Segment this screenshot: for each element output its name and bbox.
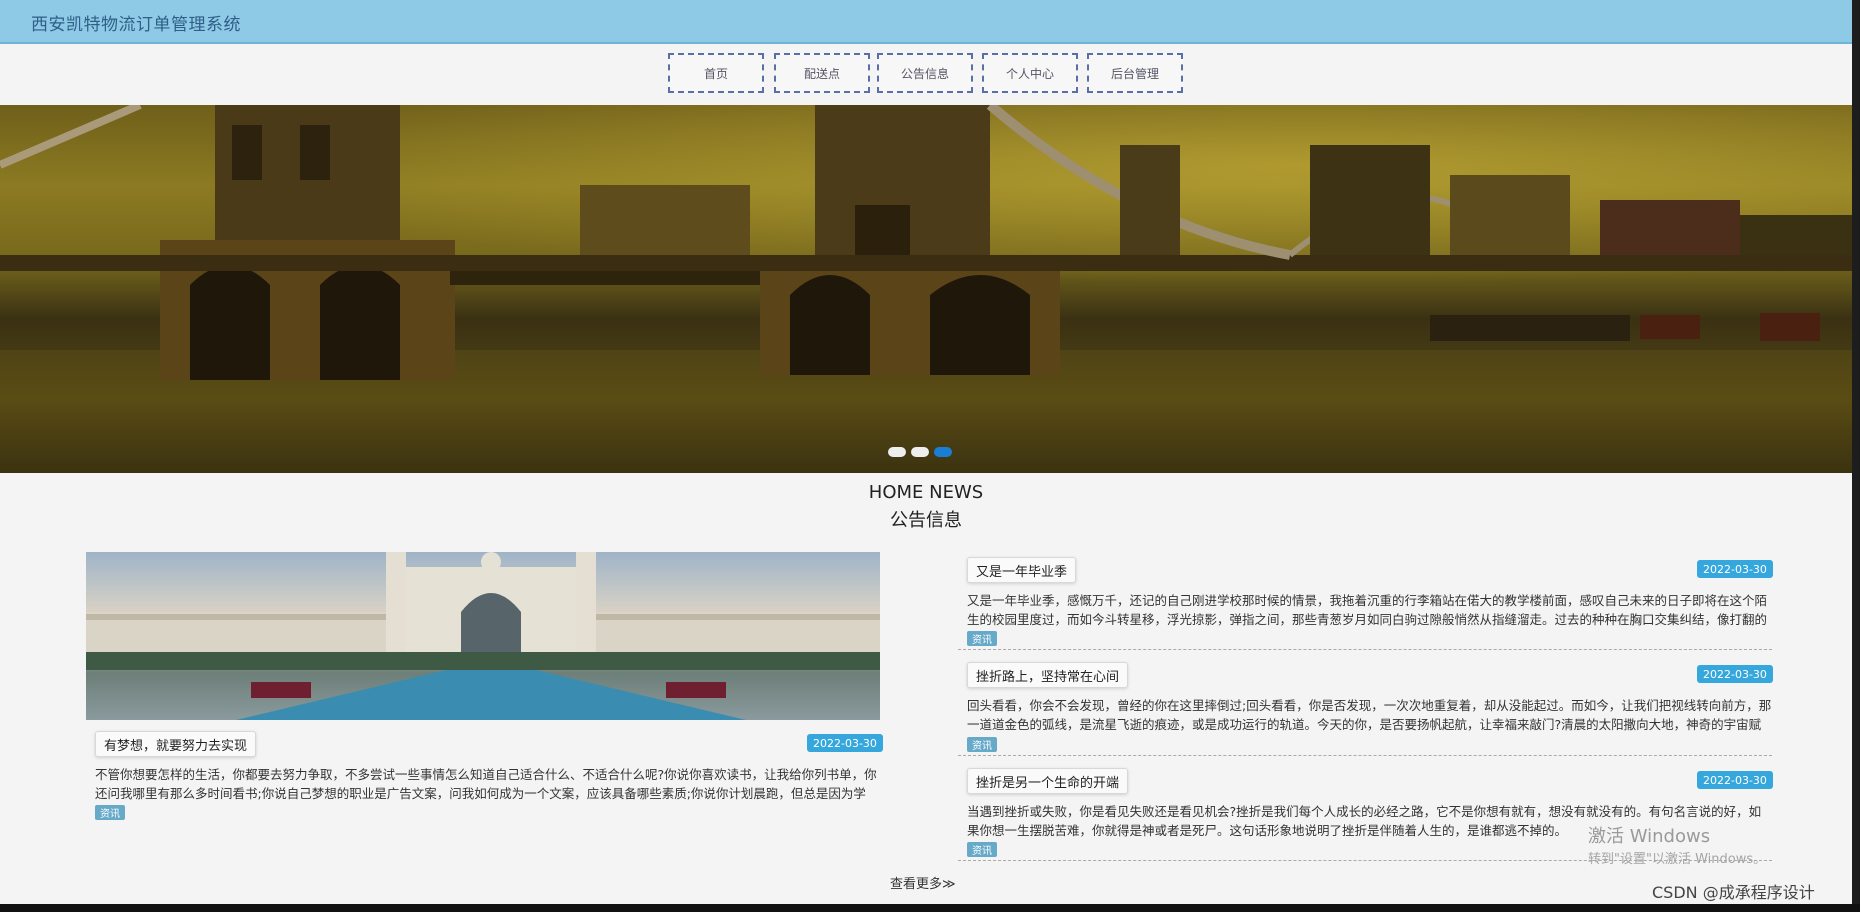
site-title: 西安凯特物流订单管理系统	[31, 15, 241, 35]
news-divider	[958, 755, 1772, 756]
news-title-3[interactable]: 挫折是另一个生命的开端	[967, 768, 1129, 794]
main-nav: 首页 配送点 公告信息 个人中心 后台管理	[0, 53, 1852, 93]
top-header: 西安凯特物流订单管理系统	[0, 0, 1852, 44]
news-tag-1[interactable]: 资讯	[967, 631, 997, 646]
carousel-dot-1[interactable]	[888, 447, 906, 457]
carousel-indicators	[888, 447, 952, 457]
carousel-dot-2[interactable]	[911, 447, 929, 457]
section-title-cn: 公告信息	[890, 510, 962, 531]
activate-windows-title: 激活 Windows	[1588, 826, 1711, 847]
carousel-dot-3[interactable]	[934, 447, 952, 457]
news-date-2: 2022-03-30	[1697, 665, 1773, 683]
hero-carousel[interactable]	[0, 105, 1852, 473]
news-excerpt-2: 回头看看，你会不会发现，曾经的你在这里摔倒过;回头看看，你是否发现，一次次地重复…	[967, 698, 1772, 732]
news-divider	[958, 649, 1772, 650]
activate-windows-subtitle: 转到"设置"以激活 Windows。	[1588, 852, 1767, 867]
nav-delivery-points[interactable]: 配送点	[774, 53, 870, 93]
view-more-link[interactable]: 查看更多≫	[890, 873, 956, 892]
featured-image[interactable]	[86, 552, 880, 720]
nav-announcements[interactable]: 公告信息	[877, 53, 973, 93]
nav-home[interactable]: 首页	[668, 53, 764, 93]
csdn-watermark: CSDN @成承程序设计	[1652, 883, 1815, 902]
news-tag-3[interactable]: 资讯	[967, 842, 997, 857]
bottom-edge	[0, 904, 1860, 912]
window-edge	[1852, 0, 1860, 912]
featured-tag[interactable]: 资讯	[95, 805, 125, 820]
nav-personal-center[interactable]: 个人中心	[982, 53, 1078, 93]
news-title-2[interactable]: 挫折路上，坚持常在心间	[967, 662, 1129, 688]
news-excerpt-1: 又是一年毕业季，感慨万千，还记的自己刚进学校那时候的情景，我拖着沉重的行李箱站在…	[967, 593, 1768, 627]
nav-admin[interactable]: 后台管理	[1087, 53, 1183, 93]
featured-excerpt: 不管你想要怎样的生活，你都要去努力争取，不多尝试一些事情怎么知道自己适合什么、不…	[95, 767, 877, 801]
news-tag-2[interactable]: 资讯	[967, 737, 997, 752]
mosque-illustration	[86, 552, 880, 720]
featured-title[interactable]: 有梦想，就要努力去实现	[95, 731, 257, 757]
news-date-1: 2022-03-30	[1697, 560, 1773, 578]
news-title-1[interactable]: 又是一年毕业季	[967, 557, 1077, 583]
news-date-3: 2022-03-30	[1697, 771, 1773, 789]
featured-date: 2022-03-30	[807, 734, 883, 752]
section-title-en: HOME NEWS	[868, 482, 984, 503]
bridge-illustration	[0, 105, 1852, 380]
